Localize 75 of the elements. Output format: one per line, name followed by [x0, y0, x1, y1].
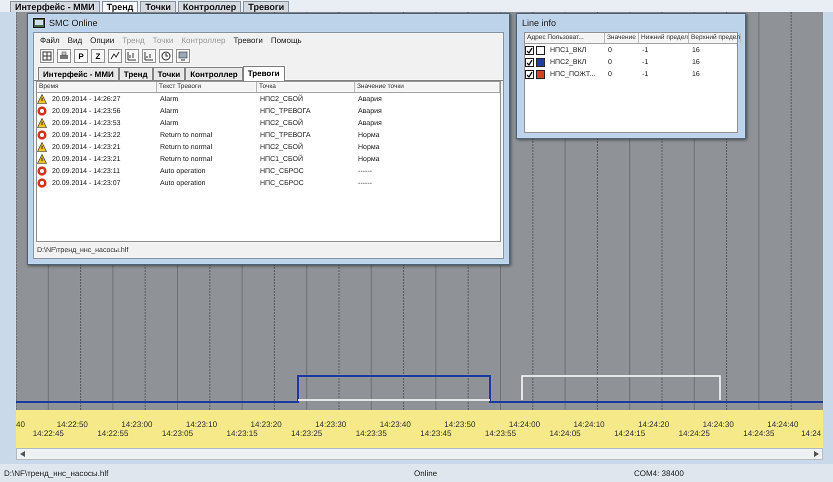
window-title: Line info	[522, 18, 556, 28]
toolbar-button[interactable]: P	[74, 49, 88, 63]
tab[interactable]: Точки	[140, 1, 176, 12]
toolbar-button[interactable]	[159, 49, 173, 63]
status-text: D:\NF\тренд_ннс_насосы.hlf	[4, 468, 110, 478]
warning-icon	[37, 118, 47, 128]
axis-label: 14:23:30	[314, 420, 348, 429]
axis-label: 14:24:40	[766, 420, 800, 429]
app-icon	[33, 18, 45, 28]
color-swatch[interactable]	[536, 46, 545, 54]
toolbar-button[interactable]	[108, 49, 122, 63]
axis-label: 14:24:10	[572, 420, 606, 429]
toolbar-button[interactable]	[176, 49, 190, 63]
tab[interactable]: Тренд	[102, 1, 138, 12]
axis-label: 14:23:35	[354, 429, 388, 438]
tab[interactable]: Интерфейс - ММИ	[10, 1, 100, 12]
axis-label: 14:24:00	[508, 420, 542, 429]
axis-label: 14:24:35	[742, 429, 776, 438]
axis-label: 14:23:15	[226, 429, 259, 438]
axis-label: 14:23:25	[290, 429, 324, 438]
toolbar-button[interactable]	[142, 49, 156, 63]
chart-icon	[127, 51, 137, 61]
axis-label: 14:22:50	[56, 420, 89, 429]
axis-label: 14:23:55	[484, 429, 518, 438]
monitor-icon	[178, 51, 188, 61]
color-swatch[interactable]	[536, 58, 545, 66]
clock-icon	[161, 51, 171, 61]
menu-item[interactable]: Тревоги	[233, 36, 263, 44]
line-icon	[110, 51, 120, 61]
menu-item[interactable]: Помощь	[270, 36, 302, 44]
axis-label: 14:23:10	[184, 420, 218, 429]
warning-icon	[37, 154, 47, 164]
axis-label: 14:23:20	[250, 420, 283, 429]
axis-label: 14:23:45	[419, 429, 452, 438]
tab[interactable]: Тренд	[118, 67, 153, 80]
axis-label: 14:23:50	[443, 420, 476, 429]
color-swatch[interactable]	[536, 70, 545, 78]
axis-label: 14:24	[800, 429, 822, 438]
checkbox[interactable]	[525, 70, 534, 78]
window-title: SMC Online	[49, 18, 98, 28]
axis-label: 14:23:05	[160, 429, 194, 438]
axis-label: 14:24:25	[678, 429, 711, 438]
tab[interactable]: Точки	[152, 67, 186, 80]
right-arrow-icon	[814, 451, 819, 457]
grid-icon	[42, 51, 52, 61]
axis-label: 40	[16, 420, 26, 429]
axis-label: 14:24:15	[613, 429, 646, 438]
toolbar-button[interactable]: Z	[91, 49, 105, 63]
tab[interactable]: Тревоги	[243, 1, 290, 12]
toolbar-button[interactable]	[125, 49, 139, 63]
axis-label: 14:23:00	[120, 420, 154, 429]
axis-label: 14:24:30	[702, 420, 735, 429]
menu-item[interactable]: Опции	[90, 36, 114, 44]
chart-icon	[144, 51, 154, 61]
axis-label: 14:22:55	[96, 429, 130, 438]
warning-icon	[37, 94, 47, 104]
menu-item[interactable]: Файл	[40, 36, 60, 44]
printer-icon	[59, 51, 69, 61]
toolbar-button[interactable]	[40, 49, 54, 63]
status-text: COM4: 38400	[634, 468, 685, 478]
status-text: Online	[414, 468, 438, 478]
checkbox[interactable]	[525, 58, 534, 66]
tab[interactable]: Контроллер	[185, 67, 243, 80]
tab[interactable]: Интерфейс - ММИ	[38, 67, 119, 80]
warning-icon	[37, 142, 47, 152]
axis-label: 14:24:05	[548, 429, 582, 438]
axis-label: 14:22:45	[32, 429, 65, 438]
scrollbar[interactable]	[16, 448, 823, 460]
checkbox[interactable]	[525, 46, 534, 54]
left-arrow-icon	[20, 451, 25, 457]
menu-item[interactable]: Вид	[68, 36, 82, 44]
axis-label: 14:23:40	[378, 420, 412, 429]
tab[interactable]: Тревоги	[242, 66, 285, 81]
tab[interactable]: Контроллер	[178, 1, 242, 12]
axis-label: 14:24:20	[637, 420, 670, 429]
